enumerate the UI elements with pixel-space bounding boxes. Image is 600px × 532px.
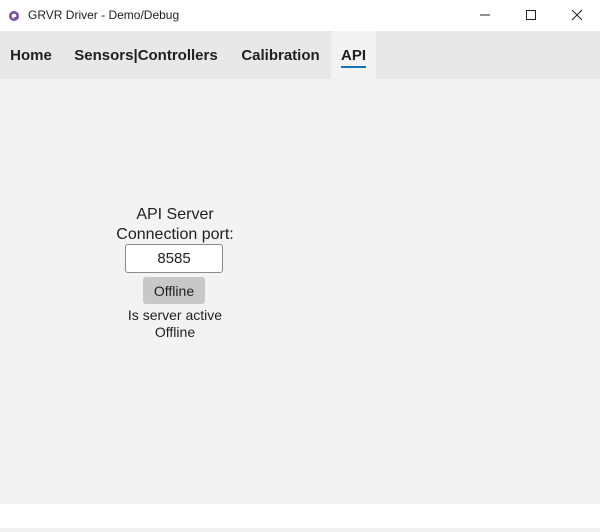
app-window: GRVR Driver - Demo/Debug Home Sensors|Co…: [0, 0, 600, 532]
close-icon: [571, 9, 583, 21]
api-server-heading: API Server: [136, 206, 214, 223]
close-button[interactable]: [554, 0, 600, 30]
minimize-icon: [480, 14, 490, 16]
tab-bar: Home Sensors|Controllers Calibration API: [0, 31, 600, 79]
tab-api[interactable]: API: [331, 31, 376, 79]
server-toggle-button[interactable]: Offline: [143, 277, 205, 304]
tab-home-label: Home: [10, 46, 52, 64]
connection-port-label: Connection port:: [116, 226, 234, 243]
tab-calibration[interactable]: Calibration: [230, 31, 331, 79]
tab-calibration-label: Calibration: [241, 46, 320, 64]
window-title: GRVR Driver - Demo/Debug: [28, 8, 180, 22]
bottom-strip: [0, 504, 600, 532]
title-bar[interactable]: GRVR Driver - Demo/Debug: [0, 0, 600, 30]
maximize-button[interactable]: [508, 0, 554, 30]
maximize-icon: [526, 10, 536, 20]
tab-sensors-controllers[interactable]: Sensors|Controllers: [62, 31, 230, 79]
minimize-button[interactable]: [462, 0, 508, 30]
server-toggle-label: Offline: [153, 282, 195, 299]
bottom-divider: [0, 528, 600, 532]
connection-port-input[interactable]: [125, 244, 223, 273]
tab-sensors-controllers-label: Sensors|Controllers: [74, 46, 218, 64]
api-panel: API Server Connection port: Offline Is s…: [0, 79, 600, 504]
tab-api-label: API: [340, 46, 366, 64]
tab-home[interactable]: Home: [0, 31, 62, 79]
app-icon: [8, 9, 20, 21]
server-active-label: Is server active: [127, 307, 223, 323]
server-active-status: Offline: [154, 324, 196, 340]
tab-selected-indicator: [341, 66, 366, 68]
